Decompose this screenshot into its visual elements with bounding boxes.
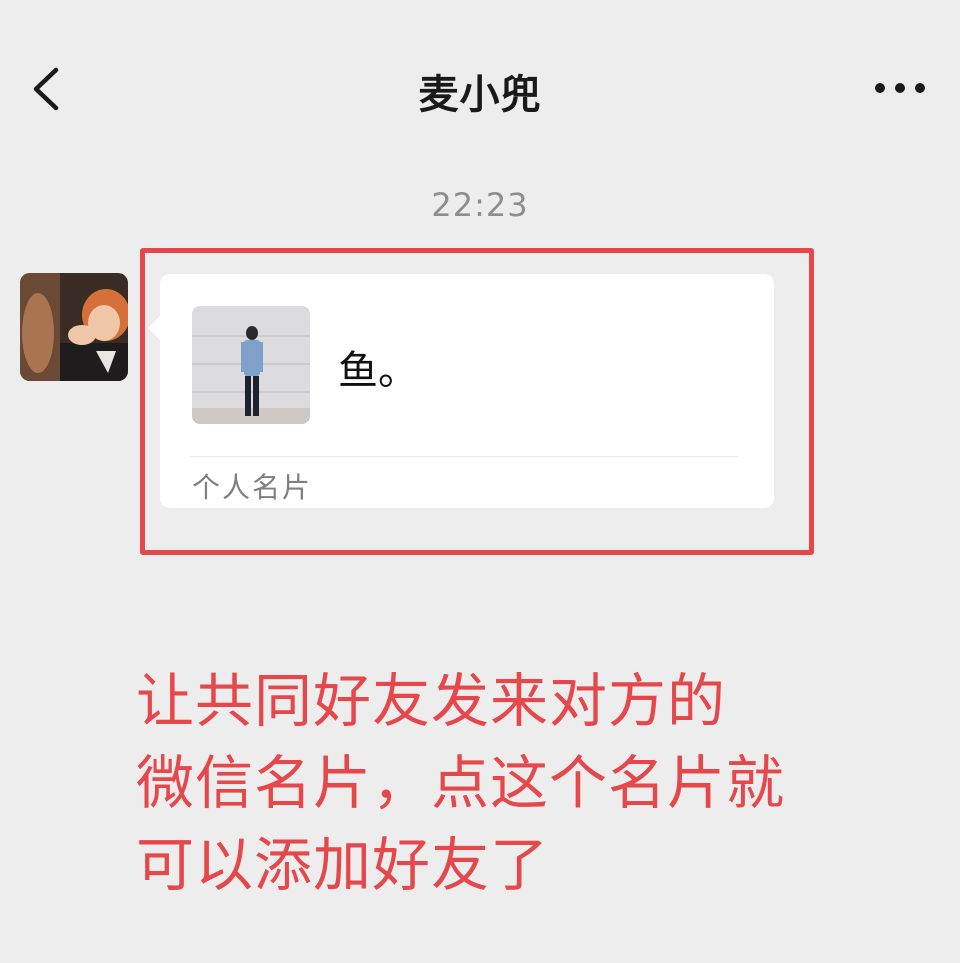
annotation-line: 让共同好友发来对方的: [136, 667, 727, 735]
chat-screen: 麦小兜 22:23 鱼。 个人名片 让共同好友发来对方的 微信名片，点这个名片就…: [0, 0, 960, 963]
avatar-image: [20, 273, 128, 381]
sender-avatar[interactable]: [20, 273, 128, 381]
annotation-line: 微信名片，点这个名片就: [136, 749, 786, 817]
annotation-text: 让共同好友发来对方的 微信名片，点这个名片就 可以添加好友了: [136, 660, 836, 906]
message-timestamp: 22:23: [431, 186, 529, 224]
contact-card-name: 鱼。: [338, 348, 418, 394]
contact-card-type-label: 个人名片: [192, 471, 313, 504]
chat-header: 麦小兜: [0, 0, 960, 170]
contact-card-photo: [192, 306, 310, 424]
chat-title: 麦小兜: [418, 72, 542, 118]
more-button[interactable]: [870, 78, 930, 98]
contact-card-message[interactable]: 鱼。 个人名片: [148, 274, 774, 508]
more-dots-icon: [875, 83, 925, 93]
annotation-line: 可以添加好友了: [136, 831, 550, 899]
card-divider: [190, 456, 738, 457]
contact-photo-image: [192, 306, 310, 424]
